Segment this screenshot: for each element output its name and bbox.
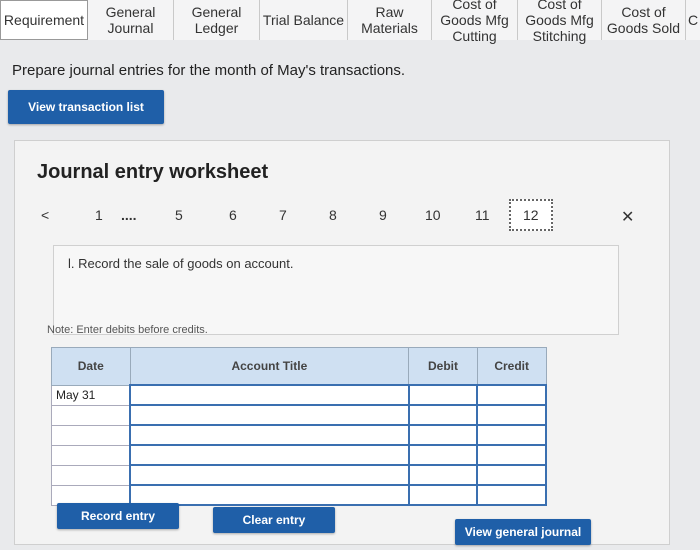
account-title-input[interactable] <box>129 444 410 466</box>
date-cell[interactable] <box>51 464 131 486</box>
tab-general-journal[interactable]: General Journal <box>88 0 174 40</box>
next-page-icon[interactable]: ✕ <box>621 207 634 227</box>
debit-input[interactable] <box>407 384 479 406</box>
debit-credit-note: Note: Enter debits before credits. <box>47 324 208 336</box>
worksheet-pager: < 1 .... 5 6 7 8 9 10 11 12 ✕ <box>15 199 671 233</box>
page-10[interactable]: 10 <box>425 207 441 223</box>
date-cell[interactable] <box>51 444 131 466</box>
credit-input[interactable] <box>476 444 547 466</box>
page-12-current[interactable]: 12 <box>509 199 553 231</box>
tab-requirement[interactable]: Requirement <box>0 0 88 40</box>
date-cell[interactable] <box>51 484 131 506</box>
tab-overflow[interactable]: C <box>686 0 700 40</box>
transaction-description: l. Record the sale of goods on account. <box>68 256 294 271</box>
page-8[interactable]: 8 <box>329 207 337 223</box>
debit-input[interactable] <box>407 464 479 486</box>
tab-bar: Requirement General Journal General Ledg… <box>0 0 700 58</box>
debit-input[interactable] <box>407 404 479 426</box>
table-row: May 31 <box>51 384 547 406</box>
account-title-input[interactable] <box>129 424 410 446</box>
tab-cogm-stitching[interactable]: Cost of Goods Mfg Stitching <box>518 0 602 44</box>
header-account-title: Account Title <box>129 347 410 386</box>
journal-entry-table: Date Account Title Debit Credit May 31 <box>51 347 547 506</box>
account-title-input[interactable] <box>129 404 410 426</box>
credit-input[interactable] <box>476 404 547 426</box>
view-transaction-list-button[interactable]: View transaction list <box>8 90 164 124</box>
debit-input[interactable] <box>407 484 479 506</box>
page-7[interactable]: 7 <box>279 207 287 223</box>
account-title-input[interactable] <box>129 464 410 486</box>
clear-entry-button[interactable]: Clear entry <box>213 507 335 533</box>
tab-cogs[interactable]: Cost of Goods Sold <box>602 0 686 40</box>
page-5[interactable]: 5 <box>175 207 183 223</box>
account-title-input[interactable] <box>129 384 410 406</box>
credit-input[interactable] <box>476 424 547 446</box>
page-6[interactable]: 6 <box>229 207 237 223</box>
table-row <box>51 444 547 466</box>
transaction-description-box: l. Record the sale of goods on account. <box>53 245 619 335</box>
date-cell[interactable]: May 31 <box>51 384 131 406</box>
tab-cogm-cutting[interactable]: Cost of Goods Mfg Cutting <box>432 0 518 44</box>
credit-input[interactable] <box>476 464 547 486</box>
header-debit: Debit <box>408 347 478 386</box>
debit-input[interactable] <box>407 444 479 466</box>
table-row <box>51 484 547 506</box>
record-entry-button[interactable]: Record entry <box>57 503 179 529</box>
account-title-input[interactable] <box>129 484 410 506</box>
prev-page-button[interactable]: < <box>41 207 49 223</box>
page-1[interactable]: 1 <box>95 207 103 223</box>
date-cell[interactable] <box>51 404 131 426</box>
credit-input[interactable] <box>476 384 547 406</box>
view-general-journal-button[interactable]: View general journal <box>455 519 591 545</box>
table-row <box>51 464 547 486</box>
tab-general-ledger[interactable]: General Ledger <box>174 0 260 40</box>
journal-entry-worksheet: Journal entry worksheet < 1 .... 5 6 7 8… <box>14 140 670 545</box>
credit-input[interactable] <box>476 484 547 506</box>
instruction-text: Prepare journal entries for the month of… <box>12 62 406 79</box>
table-row <box>51 424 547 446</box>
tab-trial-balance[interactable]: Trial Balance <box>260 0 348 40</box>
table-row <box>51 404 547 426</box>
page-11[interactable]: 11 <box>475 207 490 223</box>
header-date: Date <box>51 347 131 386</box>
header-credit: Credit <box>476 347 547 386</box>
page-9[interactable]: 9 <box>379 207 387 223</box>
debit-input[interactable] <box>407 424 479 446</box>
page-ellipsis: .... <box>121 207 137 223</box>
worksheet-title: Journal entry worksheet <box>37 161 269 183</box>
date-cell[interactable] <box>51 424 131 446</box>
tab-raw-materials[interactable]: Raw Materials <box>348 0 432 40</box>
